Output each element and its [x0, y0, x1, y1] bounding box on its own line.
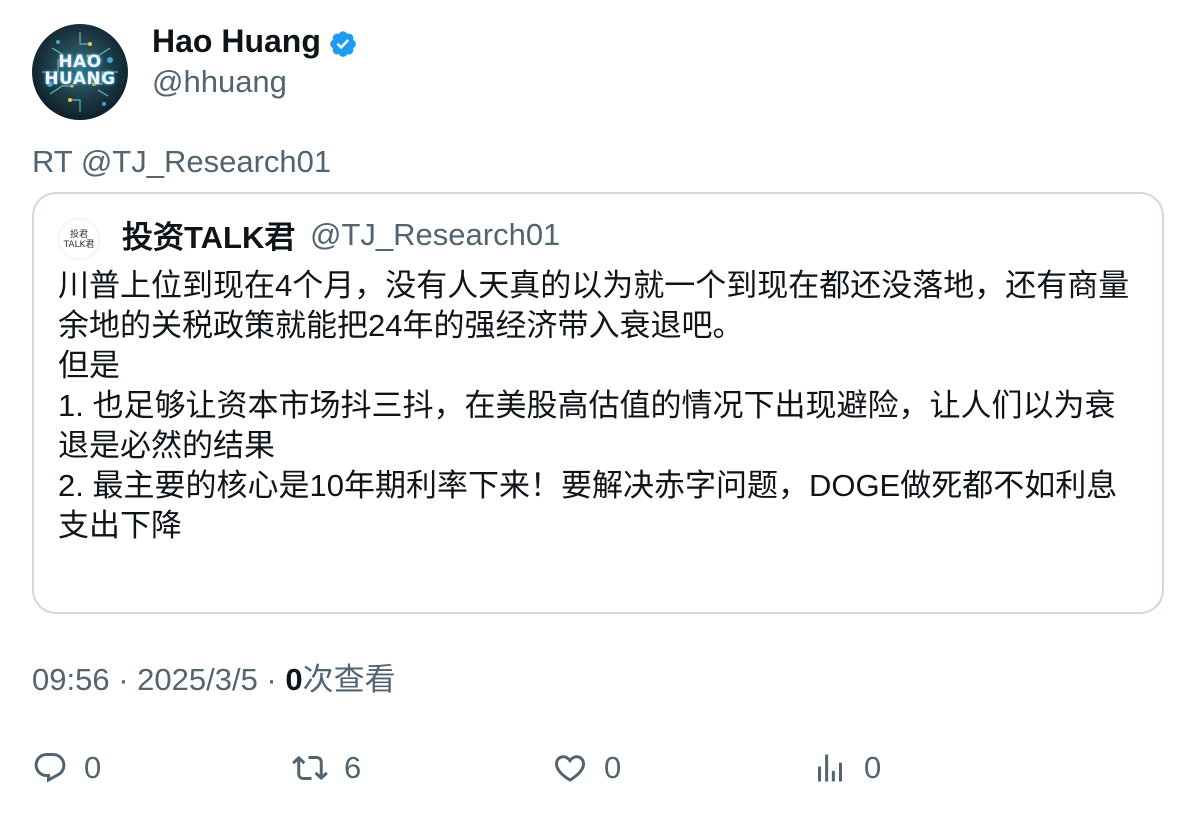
- retweet-icon: [292, 755, 328, 781]
- author-display-name[interactable]: Hao Huang: [152, 22, 321, 60]
- avatar-logo-text: HAO HUANG: [44, 52, 116, 89]
- reply-count: 0: [84, 750, 102, 785]
- retweet-text: RT @TJ_Research01: [32, 144, 332, 179]
- quoted-author-name[interactable]: 投资TALK君: [122, 220, 295, 256]
- quoted-tweet-text: 川普上位到现在4个月，没有人天真的以为就一个到现在都还没落地，还有商量余地的关税…: [58, 268, 1130, 543]
- like-button[interactable]: 0: [552, 748, 621, 788]
- heart-icon: [554, 755, 586, 782]
- quoted-tweet-card[interactable]: 投君 TALK君 投资TALK君 @TJ_Research01 川普上位到现在4…: [32, 192, 1164, 614]
- meta-separator: ·: [257, 662, 286, 697]
- retweet-button[interactable]: 6: [292, 748, 361, 788]
- like-count: 0: [604, 750, 622, 785]
- meta-separator: ·: [109, 662, 138, 697]
- tweet-meta: 09:56 · 2025/3/5 · 0次查看: [32, 662, 396, 698]
- views-button[interactable]: 0: [812, 748, 881, 788]
- reply-button[interactable]: 0: [32, 748, 101, 788]
- verified-badge-icon: [330, 31, 356, 57]
- quoted-author-handle[interactable]: @TJ_Research01: [310, 217, 560, 253]
- author-avatar[interactable]: HAO HUANG: [32, 24, 128, 120]
- tweet-date[interactable]: 2025/3/5: [137, 662, 258, 697]
- quoted-avatar-text: 投君 TALK君: [63, 230, 95, 250]
- retweet-count: 6: [344, 750, 362, 785]
- author-handle[interactable]: @hhuang: [152, 64, 287, 100]
- analytics-icon: [818, 754, 842, 782]
- quoted-author-avatar[interactable]: 投君 TALK君: [58, 218, 100, 260]
- reply-icon: [34, 753, 66, 783]
- views-count: 0: [285, 662, 303, 697]
- views-label: 次查看: [302, 662, 396, 697]
- views-action-count: 0: [864, 750, 882, 785]
- tweet-time[interactable]: 09:56: [32, 662, 110, 697]
